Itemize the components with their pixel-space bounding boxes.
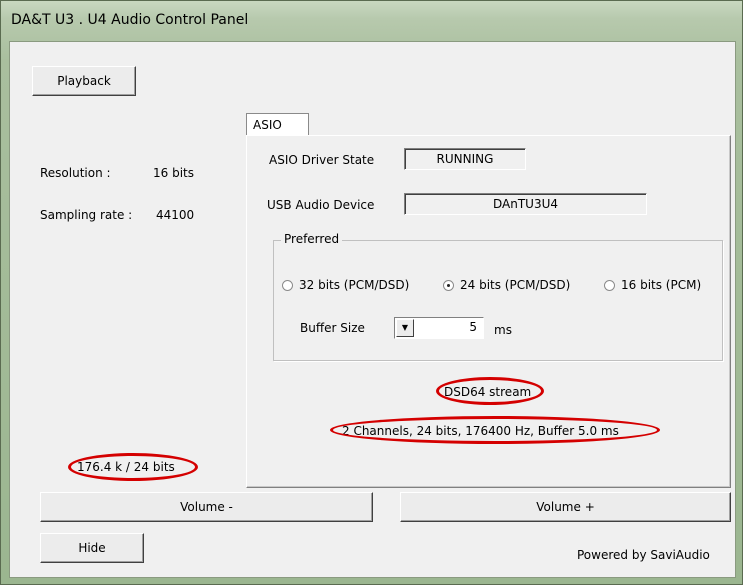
asio-driver-state-field: RUNNING xyxy=(404,148,526,170)
dropdown-arrow-icon[interactable]: ▼ xyxy=(396,319,414,337)
sampling-rate-value: 44100 xyxy=(156,208,195,222)
radio-circle-icon xyxy=(282,279,293,291)
window-title: DA&T U3 . U4 Audio Control Panel xyxy=(11,12,249,28)
asio-panel: ASIO Driver State RUNNING USB Audio Devi… xyxy=(246,135,731,488)
radio-24bits[interactable]: 24 bits (PCM/DSD) xyxy=(443,278,570,292)
radio-32bits-label: 32 bits (PCM/DSD) xyxy=(299,278,410,292)
asio-driver-state-label: ASIO Driver State xyxy=(269,153,375,167)
stream-status: DSD64 stream xyxy=(444,385,532,399)
radio-24bits-label: 24 bits (PCM/DSD) xyxy=(460,278,571,292)
tab-asio[interactable]: ASIO xyxy=(246,113,309,136)
playback-button[interactable]: Playback xyxy=(32,66,136,96)
volume-down-button[interactable]: Volume - xyxy=(40,492,373,522)
radio-32bits[interactable]: 32 bits (PCM/DSD) xyxy=(282,278,409,292)
radio-16bits[interactable]: 16 bits (PCM) xyxy=(604,278,701,292)
buffer-size-label: Buffer Size xyxy=(300,321,365,335)
sampling-rate-label: Sampling rate : xyxy=(40,208,133,222)
buffer-size-select[interactable]: ▼ 5 xyxy=(394,317,484,339)
preferred-groupbox: Preferred 32 bits (PCM/DSD) 24 bits (PCM… xyxy=(273,232,723,361)
resolution-label: Resolution : xyxy=(40,166,111,180)
output-format-status: 176.4 k / 24 bits xyxy=(77,460,175,474)
radio-16bits-label: 16 bits (PCM) xyxy=(621,278,702,292)
buffer-unit-label: ms xyxy=(494,323,512,337)
radio-circle-icon xyxy=(604,279,615,291)
resolution-value: 16 bits xyxy=(153,166,194,180)
control-panel-body: Playback Resolution : 16 bits Sampling r… xyxy=(9,41,736,578)
buffer-size-value: 5 xyxy=(469,320,477,334)
usb-audio-device-field: DAnTU3U4 xyxy=(404,193,647,215)
hide-button[interactable]: Hide xyxy=(40,533,144,563)
channel-status: 2 Channels, 24 bits, 176400 Hz, Buffer 5… xyxy=(342,424,619,438)
usb-audio-device-label: USB Audio Device xyxy=(267,198,375,212)
volume-up-button[interactable]: Volume + xyxy=(400,492,731,522)
powered-by-label: Powered by SaviAudio xyxy=(577,548,710,562)
preferred-group-title: Preferred xyxy=(281,232,343,246)
radio-selected-icon xyxy=(443,279,454,291)
app-window: DA&T U3 . U4 Audio Control Panel Playbac… xyxy=(0,0,743,585)
